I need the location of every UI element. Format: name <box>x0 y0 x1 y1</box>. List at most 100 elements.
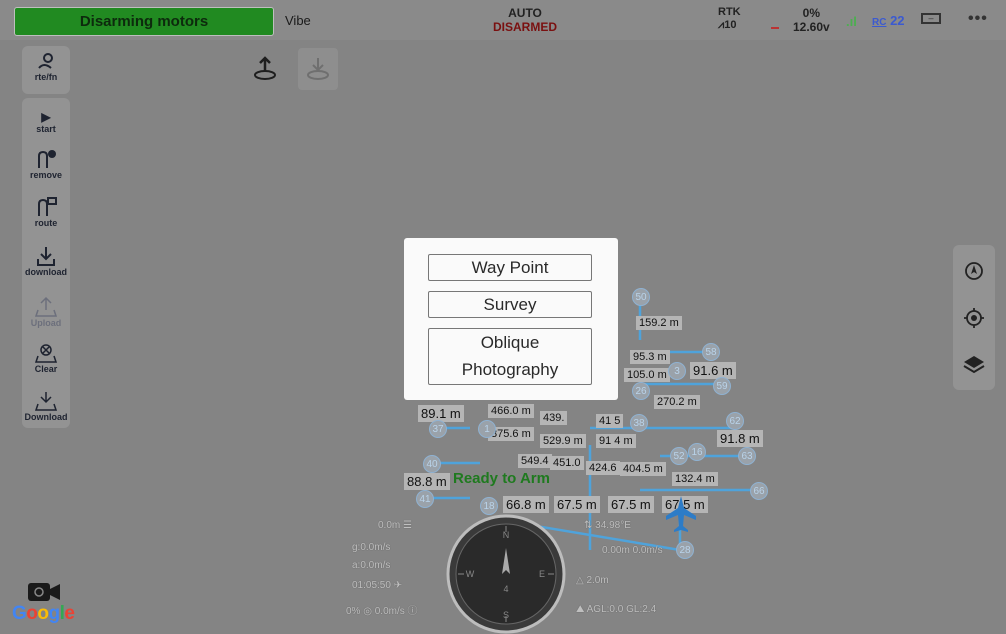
waypoint-marker[interactable]: 62 <box>726 412 744 430</box>
throttle-value: 0% <box>346 606 364 617</box>
rc-value: 22 <box>890 13 905 28</box>
altitude-readout: 0.0m ☰ <box>378 520 412 531</box>
distance-label: 91.8 m <box>717 430 763 447</box>
distance-label: 91 4 m <box>596 434 636 448</box>
mission-type-dialog: Way Point Survey Oblique Photography <box>404 238 618 400</box>
battery-percent: 0% <box>802 6 821 20</box>
upload-button[interactable]: Upload <box>22 296 70 328</box>
battery-voltage: 12.60v <box>793 20 830 34</box>
remove-button[interactable]: remove <box>22 148 70 180</box>
signal-strength-icon: .ıl <box>846 14 857 29</box>
mode-label: AUTO <box>508 6 542 20</box>
speed-value: 0.0m/s <box>632 545 663 556</box>
google-letter: G <box>12 603 27 624</box>
agl-value: AGL:0.0 GL:2.4 <box>586 604 657 615</box>
oblique-line2: Photography <box>461 360 559 379</box>
oblique-photography-button[interactable]: Oblique Photography <box>428 328 592 385</box>
waypoint-marker[interactable]: 52 <box>670 447 688 465</box>
heading-readout: ⇅ 34.98°E <box>584 520 631 531</box>
land-icon <box>307 58 329 80</box>
distance-label: 439. <box>540 411 568 425</box>
survey-button[interactable]: Survey <box>428 291 592 318</box>
takeoff-icon[interactable] <box>252 56 278 82</box>
vertical-speed-readout: 0% ◎ 0.0m/s ⓘ <box>346 606 418 617</box>
aircraft-icon[interactable] <box>664 494 698 534</box>
heading-value: 34.98°E <box>595 520 631 531</box>
rtk-satellites: 10 <box>724 19 737 31</box>
google-letter: e <box>64 603 75 624</box>
waypoint-marker[interactable]: 41 <box>416 490 434 508</box>
waypoint-marker[interactable]: 66 <box>750 482 768 500</box>
upload-icon <box>35 296 57 317</box>
distance-readout: 0.00m 0.0m/s <box>602 545 663 556</box>
waypoint-marker[interactable]: 16 <box>688 443 706 461</box>
flight-time-value: 01:05:50 <box>352 580 391 591</box>
compass-east: E <box>539 569 545 579</box>
flight-mode[interactable]: AUTO DISARMED <box>470 6 580 34</box>
google-letter: g <box>48 603 61 624</box>
waypoint-marker[interactable]: 63 <box>738 447 756 465</box>
distance-label: 529.9 m <box>540 434 586 448</box>
waypoint-marker[interactable]: 18 <box>480 497 498 515</box>
clear-button[interactable]: Clear <box>22 342 70 374</box>
compass-lock-icon[interactable] <box>963 260 985 282</box>
distance-value: 0.00m <box>602 545 630 556</box>
google-letter: o <box>26 603 38 624</box>
distance-label: 95.3 m <box>630 350 670 364</box>
distance-label: 67.5 m <box>554 496 600 513</box>
waypoint-marker[interactable]: 37 <box>429 420 447 438</box>
layers-icon[interactable] <box>963 354 985 376</box>
distance-label: 159.2 m <box>636 316 682 330</box>
waypoint-marker[interactable]: 38 <box>630 414 648 432</box>
battery-warning-line <box>771 27 779 29</box>
distance-label: 451.0 <box>550 456 584 470</box>
remove-route-icon <box>38 150 56 168</box>
compass-south: S <box>503 610 509 620</box>
distance-label: 66.8 m <box>503 496 549 513</box>
waypoint-marker[interactable]: 1 <box>478 420 496 438</box>
distance-label: 270.2 m <box>654 395 700 409</box>
distance-label: 466.0 m <box>488 404 534 418</box>
route-button[interactable]: route <box>22 196 70 228</box>
quick-actions <box>244 48 344 90</box>
ground-speed-readout: g:0.0m/s <box>352 542 391 553</box>
waypoint-button[interactable]: Way Point <box>428 254 592 281</box>
download-label: download <box>25 267 67 277</box>
land-button[interactable] <box>298 48 338 90</box>
ready-to-arm-text: Ready to Arm <box>453 470 550 487</box>
waypoint-marker[interactable]: 59 <box>713 377 731 395</box>
waypoint-marker[interactable]: 58 <box>702 343 720 361</box>
more-menu-button[interactable]: ••• <box>968 10 988 28</box>
download-button[interactable]: download <box>22 245 70 277</box>
waypoint-marker[interactable]: 28 <box>676 541 694 559</box>
rtk-status[interactable]: RTK ⩘10 <box>718 6 741 32</box>
agl-readout: ⛰ AGL:0.0 GL:2.4 <box>576 604 657 615</box>
battery-icon: – <box>921 13 941 24</box>
waypoint-marker[interactable]: 50 <box>632 288 650 306</box>
remove-label: remove <box>29 170 63 180</box>
route-label: route <box>34 218 58 228</box>
flight-time-readout: 01:05:50 ✈ <box>352 580 403 591</box>
waypoint-marker[interactable]: 40 <box>423 455 441 473</box>
rc-label: RC <box>872 17 887 28</box>
oblique-line1: Oblique <box>480 333 540 352</box>
rtk-label: RTK <box>718 6 741 18</box>
waypoint-marker[interactable]: 3 <box>668 362 686 380</box>
altitude-value: 0.0m <box>378 520 401 531</box>
route-fn-button[interactable]: rte/fn <box>22 52 70 82</box>
distance-label: 88.8 m <box>404 473 450 490</box>
start-button[interactable]: ▶ start <box>22 110 70 134</box>
arm-state-label: DISARMED <box>492 20 557 34</box>
status-message[interactable]: Disarming motors <box>14 7 274 36</box>
vertical-speed-value: 0.0m/s <box>374 606 405 617</box>
battery-status[interactable]: 0% 12.60v <box>793 6 830 34</box>
waypoint-marker[interactable]: 26 <box>632 382 650 400</box>
download-mission-button[interactable]: Download <box>22 390 70 422</box>
distance-label: 41 5 <box>596 414 624 428</box>
download-mission-label: Download <box>24 412 68 422</box>
vibe-indicator[interactable]: Vibe <box>285 13 311 28</box>
locate-icon[interactable] <box>963 307 985 329</box>
rc-status[interactable]: RC 22 <box>872 13 905 28</box>
compass-west: W <box>466 569 475 579</box>
air-speed-readout: a:0.0m/s <box>352 560 391 571</box>
